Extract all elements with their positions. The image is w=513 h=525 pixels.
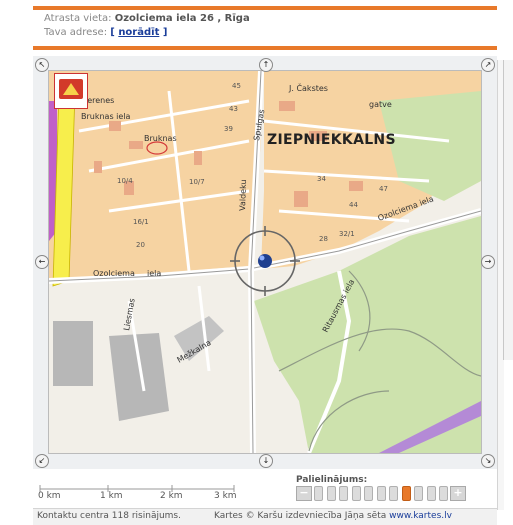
- street-label: Bruknas iela: [81, 112, 131, 121]
- district-label: ZIEPNIEKKALNS: [267, 132, 396, 148]
- svg-text:39: 39: [224, 125, 233, 133]
- zoom-out-button[interactable]: −: [296, 486, 312, 501]
- location-info: Atrasta vieta: Ozolciema iela 26 , Rīga …: [44, 13, 250, 38]
- svg-text:20: 20: [136, 241, 145, 249]
- found-label: Atrasta vieta:: [44, 13, 112, 24]
- scale-tick-label: 2 km: [160, 491, 183, 501]
- svg-text:10/7: 10/7: [189, 178, 205, 186]
- zoom-step[interactable]: [364, 486, 373, 501]
- pan-northeast-button[interactable]: ↗: [481, 58, 495, 72]
- pan-north-button[interactable]: ↑: [259, 58, 273, 72]
- map-canvas: Sterenes Bruknas iela Bruknas J. Čakstes…: [49, 71, 481, 453]
- zoom-step[interactable]: [376, 486, 386, 501]
- zoom-title: Palielinājums:: [296, 475, 368, 485]
- copyright-prefix: Kartes © Karšu izdevniecība Jāņa sēta: [214, 511, 387, 521]
- scale-bar: [39, 485, 235, 492]
- side-panel-edge: [503, 60, 513, 360]
- industrial-block: [109, 333, 169, 421]
- scale-tick-label: 3 km: [214, 491, 237, 501]
- zoom-step[interactable]: [389, 486, 398, 501]
- svg-text:44: 44: [349, 201, 358, 209]
- contact-center-text: Kontaktu centra 118 risinājums.: [37, 511, 181, 521]
- found-address: Ozolciema iela 26 , Rīga: [114, 13, 250, 24]
- zoom-step[interactable]: [351, 486, 361, 501]
- svg-text:34: 34: [317, 175, 326, 183]
- zoom-in-button[interactable]: +: [450, 486, 466, 501]
- street-label: iela: [147, 269, 161, 278]
- street-label: Bruknas: [144, 134, 177, 143]
- zoom-step[interactable]: [401, 486, 411, 501]
- svg-text:16/1: 16/1: [133, 218, 149, 226]
- svg-text:45: 45: [232, 82, 241, 90]
- pan-south-button[interactable]: ↓: [259, 454, 273, 468]
- header-bottom-line: [33, 46, 497, 50]
- street-label: J. Čakstes: [288, 82, 328, 93]
- pan-southeast-button[interactable]: ↘: [481, 454, 495, 468]
- pan-west-button[interactable]: ←: [35, 255, 49, 269]
- street-label: Ozolciema: [93, 269, 135, 278]
- kartes-link[interactable]: www.kartes.lv: [389, 511, 452, 521]
- svg-text:43: 43: [229, 105, 238, 113]
- pan-northwest-button[interactable]: ↖: [35, 58, 49, 72]
- jana-seta-logo: [54, 73, 88, 109]
- pan-east-button[interactable]: →: [481, 255, 495, 269]
- your-address-label: Tava adrese:: [44, 27, 108, 38]
- svg-text:10/4: 10/4: [117, 177, 133, 185]
- svg-text:28: 28: [319, 235, 328, 243]
- location-pin-icon[interactable]: [258, 254, 272, 268]
- zoom-step[interactable]: [314, 486, 323, 501]
- zoom-step[interactable]: [414, 486, 423, 501]
- scale-tick-label: 0 km: [38, 491, 61, 501]
- top-accent-line: [33, 6, 497, 10]
- map-view[interactable]: Sterenes Bruknas iela Bruknas J. Čakstes…: [48, 70, 482, 454]
- copyright-text: Kartes © Karšu izdevniecība Jāņa sēta ww…: [214, 511, 452, 521]
- zoom-step[interactable]: [439, 486, 448, 501]
- zoom-step[interactable]: [426, 486, 436, 501]
- svg-text:32/1: 32/1: [339, 230, 355, 238]
- set-address-link[interactable]: norādīt: [118, 27, 159, 38]
- street-label: gatve: [369, 100, 392, 109]
- pan-southwest-button[interactable]: ↙: [35, 454, 49, 468]
- scale-tick-label: 1 km: [100, 491, 123, 501]
- zoom-step[interactable]: [326, 486, 336, 501]
- industrial-block: [53, 321, 93, 386]
- street-label: Valdeku: [238, 179, 248, 211]
- svg-text:47: 47: [379, 185, 388, 193]
- zoom-step[interactable]: [339, 486, 348, 501]
